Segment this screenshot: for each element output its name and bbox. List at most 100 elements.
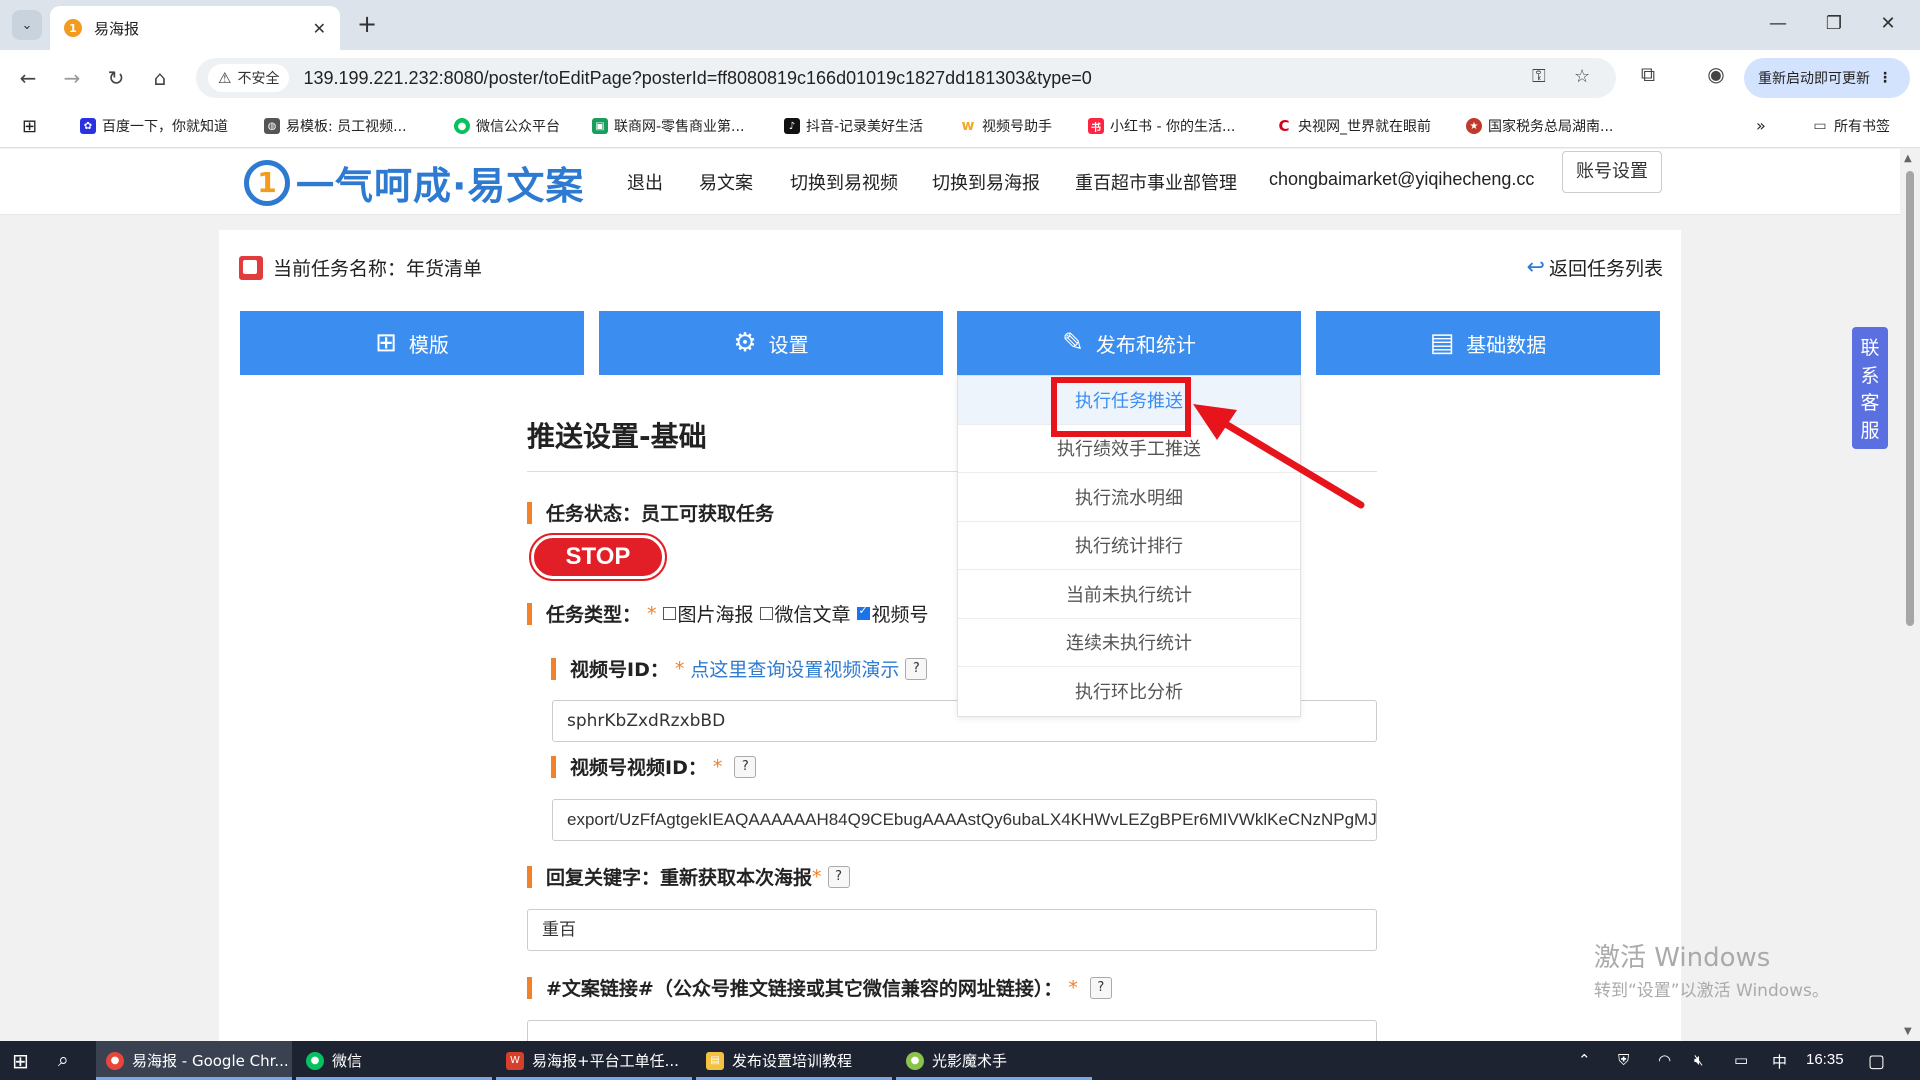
apps-grid-icon[interactable]: ⊞ bbox=[22, 116, 37, 137]
bookmark-item[interactable]: C 央视网_世界就在眼前 bbox=[1276, 116, 1431, 136]
tab-publish-stats[interactable]: ✎ 发布和统计 bbox=[957, 311, 1301, 375]
clock[interactable]: 16:35 bbox=[1806, 1051, 1844, 1068]
ime-indicator[interactable]: 中 bbox=[1772, 1051, 1787, 1072]
article-link-input[interactable] bbox=[527, 1020, 1377, 1041]
site-header: 1 一气呵成·易文案 退出 易文案 切换到易视频 切换到易海报 重百超市事业部管… bbox=[0, 149, 1900, 215]
tab-search-button[interactable]: ⌄ bbox=[12, 10, 42, 40]
wps-icon: W bbox=[506, 1051, 524, 1070]
windows-taskbar: ⊞ ⌕ ● 易海报 - Google Chr... ● 微信 W 易海报+平台工单任.… bbox=[0, 1041, 1920, 1080]
wechat-icon: ● bbox=[306, 1051, 324, 1070]
wifi-icon[interactable]: ◠ bbox=[1658, 1051, 1671, 1069]
bookmark-item[interactable]: ▣ 联商网-零售商业第... bbox=[592, 116, 744, 136]
address-toolbar: ← → ↻ ⌂ ⚠ 不安全 139.199.221.232:8080/poster… bbox=[0, 50, 1920, 106]
all-bookmarks[interactable]: ▭ 所有书签 bbox=[1812, 116, 1890, 136]
restore-button[interactable]: ❐ bbox=[1814, 8, 1854, 40]
stop-button[interactable]: STOP bbox=[529, 533, 667, 581]
update-button[interactable]: 重新启动即可更新 ⋮ bbox=[1744, 58, 1910, 98]
menu-item-mom-analysis[interactable]: 执行环比分析 bbox=[958, 667, 1300, 716]
chrome-icon: ● bbox=[106, 1051, 124, 1070]
nav-division-admin[interactable]: 重百超市事业部管理 bbox=[1075, 169, 1237, 195]
return-arrow-icon: ↩ bbox=[1526, 255, 1545, 280]
menu-item-consecutive-unexecuted[interactable]: 连续未执行统计 bbox=[958, 619, 1300, 667]
scroll-up-icon[interactable]: ▲ bbox=[1904, 153, 1912, 164]
baidu-icon: ✿ bbox=[80, 118, 96, 134]
key-icon[interactable]: ⚿ bbox=[1532, 66, 1546, 87]
search-icon[interactable]: ⌕ bbox=[58, 1049, 69, 1071]
site-logo[interactable]: 1 一气呵成·易文案 bbox=[244, 155, 584, 210]
edit-task-icon bbox=[239, 255, 263, 280]
bookmark-item[interactable]: ♪ 抖音-记录美好生活 bbox=[784, 116, 923, 136]
tab-base-data[interactable]: ▤ 基础数据 bbox=[1316, 311, 1660, 375]
menu-item-current-unexecuted[interactable]: 当前未执行统计 bbox=[958, 570, 1300, 619]
help-icon[interactable]: ? bbox=[734, 755, 757, 778]
star-icon[interactable]: ☆ bbox=[1574, 66, 1590, 87]
close-tab-icon[interactable]: ✕ bbox=[313, 19, 326, 38]
profile-icon[interactable]: ◉ bbox=[1700, 62, 1732, 86]
taskbar-tutorial-doc[interactable]: ▤ 发布设置培训教程 bbox=[696, 1041, 892, 1080]
url-text[interactable]: 139.199.221.232:8080/poster/toEditPage?p… bbox=[303, 68, 1091, 89]
close-window-button[interactable]: ✕ bbox=[1868, 8, 1908, 40]
checkbox-image-poster[interactable]: 图片海报 bbox=[662, 600, 754, 627]
tab-template[interactable]: ⊞ 模版 bbox=[240, 311, 584, 375]
bookmark-item[interactable]: ✿ 百度一下，你就知道 bbox=[80, 116, 228, 136]
help-icon[interactable]: ? bbox=[905, 657, 928, 680]
tray-expand-icon[interactable]: ⌃ bbox=[1578, 1051, 1591, 1069]
bookmark-item[interactable]: ᴡ 视频号助手 bbox=[960, 116, 1052, 136]
channels-icon: ᴡ bbox=[960, 118, 976, 134]
status-field: 任务状态： 员工可获取任务 bbox=[527, 499, 774, 526]
help-icon[interactable]: ? bbox=[1089, 976, 1112, 999]
scroll-down-icon[interactable]: ▼ bbox=[1904, 1026, 1912, 1037]
nav-yiwenan[interactable]: 易文案 bbox=[699, 169, 753, 195]
help-icon[interactable]: ? bbox=[827, 865, 850, 888]
bookmark-item[interactable]: ★ 国家税务总局湖南... bbox=[1466, 116, 1613, 136]
nav-switch-poster[interactable]: 切换到易海报 bbox=[932, 169, 1040, 195]
taskbar-wechat[interactable]: ● 微信 bbox=[296, 1041, 492, 1080]
extensions-icon[interactable]: ⧉ bbox=[1632, 62, 1664, 86]
menu-item-execution-ranking[interactable]: 执行统计排行 bbox=[958, 522, 1300, 570]
minimize-button[interactable]: — bbox=[1758, 8, 1798, 40]
page-scrollbar[interactable]: ▲ ▼ bbox=[1900, 149, 1920, 1041]
video-id-input[interactable]: export/UzFfAgtgekIEAQAAAAAAH84Q9CEbugAAA… bbox=[552, 799, 1377, 841]
reply-keyword-input[interactable]: 重百 bbox=[527, 909, 1377, 951]
notification-icon[interactable]: ▢ bbox=[1868, 1051, 1885, 1072]
bookmark-item[interactable]: ● 微信公众平台 bbox=[454, 116, 560, 136]
label-accent bbox=[551, 755, 556, 778]
browser-tab-active[interactable]: 1 易海报 ✕ bbox=[50, 6, 340, 50]
scroll-thumb[interactable] bbox=[1906, 171, 1914, 626]
volume-muted-icon[interactable]: 🔇︎ bbox=[1694, 1051, 1703, 1069]
folder-icon: ▭ bbox=[1812, 118, 1828, 134]
checkbox-box-checked bbox=[856, 604, 870, 620]
security-shield-icon[interactable]: ⛨ bbox=[1618, 1051, 1629, 1069]
forward-arrow-icon[interactable]: → bbox=[56, 62, 88, 94]
document-icon: ▤ bbox=[706, 1051, 724, 1070]
bookmark-item[interactable]: ◍ 易模板: 员工视频... bbox=[264, 116, 407, 136]
more-bookmarks-icon[interactable]: » bbox=[1756, 116, 1766, 135]
new-tab-button[interactable]: + bbox=[352, 10, 382, 40]
label-accent bbox=[527, 602, 532, 625]
tab-settings[interactable]: ⚙ 设置 bbox=[599, 311, 943, 375]
battery-icon[interactable]: ▭ bbox=[1734, 1051, 1748, 1069]
checkbox-channels[interactable]: 视频号 bbox=[856, 600, 929, 627]
taskbar-photo-editor[interactable]: ● 光影魔术手 bbox=[896, 1041, 1092, 1080]
channel-demo-link[interactable]: 点这里查询设置视频演示 bbox=[690, 655, 899, 682]
taskbar-chrome[interactable]: ● 易海报 - Google Chr... bbox=[96, 1041, 292, 1080]
xiaohongshu-icon: 书 bbox=[1088, 118, 1104, 134]
reload-icon[interactable]: ↻ bbox=[100, 62, 132, 94]
checkbox-wechat-article[interactable]: 微信文章 bbox=[759, 600, 851, 627]
account-settings-button[interactable]: 账号设置 bbox=[1562, 151, 1662, 193]
windows-start-icon[interactable]: ⊞ bbox=[12, 1049, 29, 1073]
url-bar[interactable]: ⚠ 不安全 139.199.221.232:8080/poster/toEditP… bbox=[196, 58, 1616, 98]
nav-switch-video[interactable]: 切换到易视频 bbox=[790, 169, 898, 195]
video-id-field: 视频号视频ID： * ? bbox=[551, 753, 757, 780]
security-indicator[interactable]: ⚠ 不安全 bbox=[208, 64, 290, 92]
back-to-task-list-link[interactable]: ↩ 返回任务列表 bbox=[1527, 254, 1663, 281]
home-icon[interactable]: ⌂ bbox=[144, 62, 176, 94]
taskbar-wps-sheet[interactable]: W 易海报+平台工单任... bbox=[496, 1041, 692, 1080]
nav-account-email[interactable]: chongbaimarket@yiqihecheng.cc bbox=[1269, 169, 1534, 190]
back-arrow-icon[interactable]: ← bbox=[12, 62, 44, 94]
nav-logout[interactable]: 退出 bbox=[627, 169, 663, 195]
data-report-icon: ▤ bbox=[1429, 328, 1455, 358]
gear-icon: ⚙ bbox=[733, 328, 757, 358]
contact-service-button[interactable]: 联 系 客 服 bbox=[1852, 327, 1888, 449]
bookmark-item[interactable]: 书小红书 - 你的生活... bbox=[1088, 116, 1235, 136]
